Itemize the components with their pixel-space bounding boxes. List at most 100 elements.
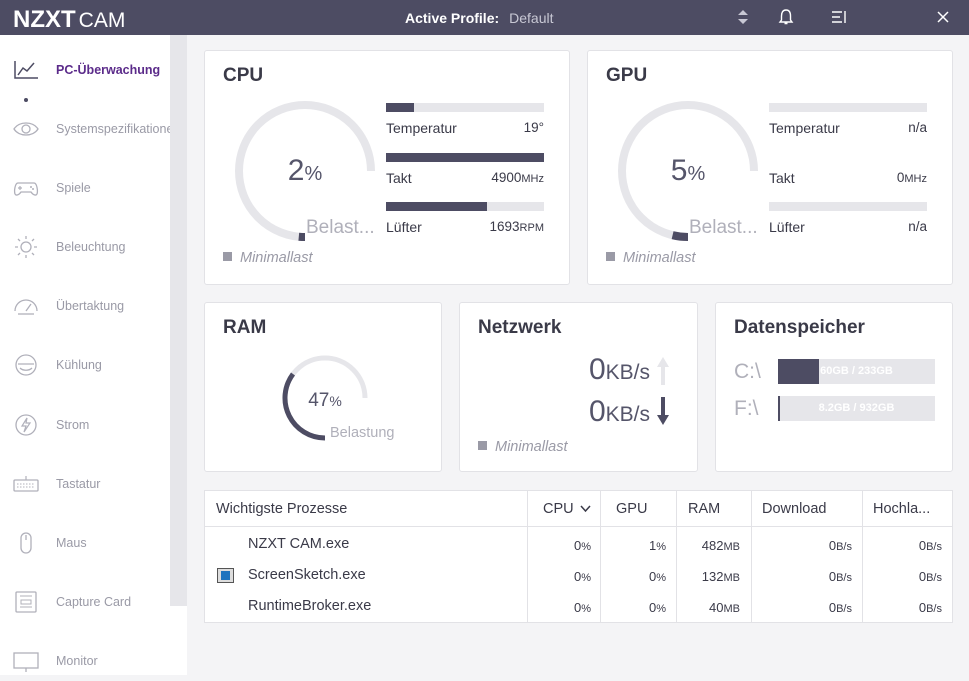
gpu-title: GPU bbox=[606, 65, 648, 86]
process-ram: 40MB bbox=[709, 600, 740, 615]
active-profile[interactable]: Active Profile: Default bbox=[405, 10, 554, 26]
sidebar-item-games[interactable]: Spiele bbox=[0, 168, 170, 208]
cpu-mode: Minimallast bbox=[223, 250, 313, 266]
drive-f-label: F:\ bbox=[734, 397, 759, 420]
capture-card-icon bbox=[12, 590, 40, 614]
title-bar: NZXT CAM Active Profile: Default bbox=[0, 0, 969, 35]
header-cpu[interactable]: CPU bbox=[527, 491, 600, 527]
gpu-load-label: Belast... bbox=[689, 217, 758, 238]
sidebar-item-mouse[interactable]: Maus bbox=[0, 523, 170, 563]
cpu-clock-label: Takt bbox=[386, 170, 412, 186]
cpu-fan-unit: RPM bbox=[519, 222, 544, 234]
active-indicator bbox=[24, 98, 28, 102]
cpu-title: CPU bbox=[223, 65, 264, 86]
cpu-clock-bar bbox=[386, 153, 544, 162]
profile-switch-icon[interactable] bbox=[733, 7, 753, 27]
header-cpu-label: CPU bbox=[543, 501, 574, 517]
process-download: 0B/s bbox=[828, 538, 852, 553]
gpu-clock-unit: MHz bbox=[904, 173, 927, 185]
process-ram: 482MB bbox=[701, 538, 740, 553]
header-process-name[interactable]: Wichtigste Prozesse bbox=[205, 491, 527, 527]
drive-c-label: C:\ bbox=[734, 360, 761, 383]
close-icon[interactable] bbox=[933, 7, 953, 27]
sidebar-item-lighting[interactable]: Beleuchtung bbox=[0, 227, 170, 267]
header-download[interactable]: Download bbox=[751, 491, 862, 527]
ram-unit: % bbox=[329, 393, 342, 409]
drive-f-bar: 8.2GB / 932GB bbox=[778, 396, 935, 421]
menu-icon[interactable] bbox=[829, 7, 849, 27]
process-gpu: 0% bbox=[648, 600, 666, 615]
profile-value: Default bbox=[509, 10, 554, 26]
mode-indicator bbox=[478, 441, 487, 450]
network-mode-text: Minimallast bbox=[495, 439, 568, 455]
process-upload: 0B/s bbox=[918, 569, 942, 584]
ram-number: 47 bbox=[308, 390, 330, 411]
network-card[interactable]: Netzwerk 0KB/s 0KB/s Minimallast bbox=[459, 302, 698, 472]
process-upload: 0B/s bbox=[918, 600, 942, 615]
cpu-clock-unit: MHz bbox=[521, 173, 544, 185]
process-name[interactable]: RuntimeBroker.exe bbox=[248, 598, 371, 614]
gpu-temp-label: Temperatur bbox=[769, 120, 840, 136]
sidebar: PC-Überwachung Systemspezifikationen Spi… bbox=[0, 35, 187, 675]
ram-card[interactable]: RAM 47% Belastung bbox=[204, 302, 442, 472]
drive-f-usage: 8.2GB / 932GB bbox=[818, 402, 895, 414]
process-name[interactable]: ScreenSketch.exe bbox=[248, 567, 366, 583]
header-upload[interactable]: Hochla... bbox=[862, 491, 952, 527]
mode-indicator bbox=[223, 252, 232, 261]
process-gpu: 0% bbox=[648, 569, 666, 584]
process-table: Wichtigste Prozesse CPU GPU RAM Download… bbox=[204, 490, 953, 623]
process-download: 0B/s bbox=[828, 569, 852, 584]
process-download: 0B/s bbox=[828, 600, 852, 615]
cpu-load-label: Belast... bbox=[306, 217, 375, 238]
ram-title: RAM bbox=[223, 317, 267, 338]
cooling-icon bbox=[12, 353, 40, 377]
gamepad-icon bbox=[12, 176, 40, 200]
chevron-down-icon bbox=[580, 505, 591, 513]
speedometer-icon bbox=[12, 294, 40, 318]
logo-nzxt: NZXT bbox=[13, 6, 76, 33]
download-unit: KB/s bbox=[605, 403, 650, 426]
gpu-fan-value: n/a bbox=[908, 219, 927, 234]
sidebar-item-overclocking[interactable]: Übertaktung bbox=[0, 286, 170, 326]
gpu-load-unit: % bbox=[687, 163, 706, 185]
storage-title: Datenspeicher bbox=[734, 317, 865, 338]
storage-card[interactable]: Datenspeicher C:\ 60GB / 233GB F:\ 8.2GB… bbox=[715, 302, 953, 472]
upload-unit: KB/s bbox=[605, 361, 650, 384]
monitor-icon bbox=[12, 649, 40, 673]
gpu-load-value: 5% bbox=[648, 154, 728, 188]
sidebar-item-power[interactable]: Strom bbox=[0, 405, 170, 445]
gpu-card[interactable]: GPU 5% Belast... Temperatur n/a Takt 0MH… bbox=[587, 50, 953, 285]
cpu-mode-text: Minimallast bbox=[240, 250, 313, 266]
sidebar-item-cooling[interactable]: Kühlung bbox=[0, 345, 170, 385]
mouse-icon bbox=[12, 531, 40, 555]
lightning-icon bbox=[12, 413, 40, 437]
sidebar-item-pc-monitoring[interactable]: PC-Überwachung bbox=[0, 50, 170, 102]
logo-cam: CAM bbox=[78, 9, 126, 32]
sun-icon bbox=[12, 235, 40, 259]
bell-icon[interactable] bbox=[776, 7, 796, 27]
process-cpu: 0% bbox=[573, 569, 591, 584]
cpu-load-unit: % bbox=[304, 163, 323, 185]
cpu-temp-value: 19° bbox=[523, 120, 544, 135]
line-chart-icon bbox=[12, 58, 40, 82]
drive-c-usage: 60GB / 233GB bbox=[820, 365, 893, 377]
sidebar-scrollbar[interactable] bbox=[170, 35, 187, 606]
cpu-fan-value: 1693RPM bbox=[444, 219, 545, 234]
process-name[interactable]: NZXT CAM.exe bbox=[248, 536, 349, 552]
cpu-clock-value: 4900MHz bbox=[444, 170, 544, 185]
process-cpu: 0% bbox=[573, 600, 591, 615]
header-gpu[interactable]: GPU bbox=[600, 491, 676, 527]
header-ram[interactable]: RAM bbox=[676, 491, 751, 527]
sidebar-item-system-specs[interactable]: Systemspezifikationen bbox=[0, 109, 180, 149]
cpu-fan-bar bbox=[386, 202, 544, 211]
sidebar-item-capture-card[interactable]: Capture Card bbox=[0, 582, 170, 622]
cpu-temp-label: Temperatur bbox=[386, 120, 457, 136]
sidebar-item-label: Übertaktung bbox=[56, 299, 125, 313]
cpu-fan-label: Lüfter bbox=[386, 219, 422, 235]
sidebar-item-monitor[interactable]: Monitor bbox=[0, 641, 170, 681]
upload-number: 0 bbox=[588, 353, 606, 386]
sidebar-item-keyboard[interactable]: Tastatur bbox=[0, 464, 170, 504]
cpu-card[interactable]: CPU 2% Belast... Temperatur 19° Takt 490… bbox=[204, 50, 570, 285]
ram-label: Belastung bbox=[330, 425, 395, 441]
network-title: Netzwerk bbox=[478, 317, 562, 338]
